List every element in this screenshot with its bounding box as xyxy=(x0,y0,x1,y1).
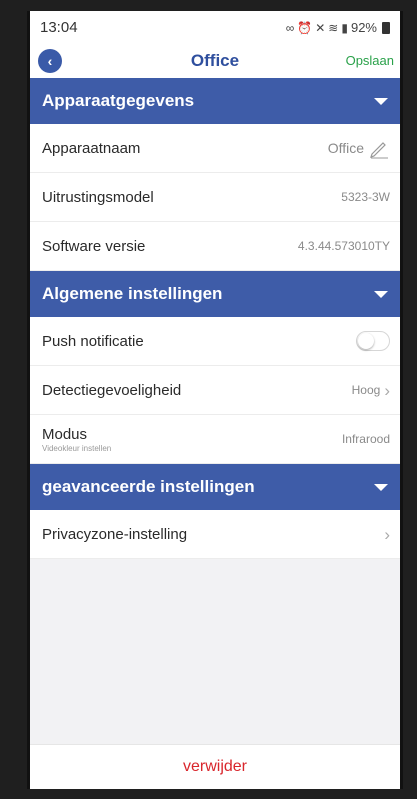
row-device-name[interactable]: Apparaatnaam Office xyxy=(30,124,400,173)
save-button[interactable]: Opslaan xyxy=(346,53,394,68)
row-software-version: Software versie 4.3.44.573010TY xyxy=(30,222,400,271)
nav-bar: ‹ Office Opslaan xyxy=(30,44,400,78)
row-label: Apparaatnaam xyxy=(42,139,141,157)
toggle-knob xyxy=(358,333,374,349)
collapse-triangle-icon xyxy=(374,290,388,298)
section-general[interactable]: Algemene instellingen xyxy=(30,271,400,317)
row-sublabel: Videokleur instellen xyxy=(42,443,112,453)
delete-button[interactable]: verwijder xyxy=(183,758,247,776)
section-title: Apparaatgegevens xyxy=(42,91,195,110)
battery-icon xyxy=(382,21,390,34)
wifi-icon: ≋ xyxy=(328,20,339,35)
row-value: 5323-3W xyxy=(341,190,390,204)
chevron-right-icon: › xyxy=(384,524,390,544)
page-title: Office xyxy=(190,51,240,70)
push-toggle[interactable] xyxy=(356,331,390,351)
collapse-triangle-icon xyxy=(374,483,388,491)
row-mode[interactable]: Modus Videokleur instellen Infrarood xyxy=(30,415,400,464)
row-value: 4.3.44.573010TY xyxy=(297,239,390,253)
row-label: Privacyzone-instelling xyxy=(42,525,188,543)
row-label: Uitrustingsmodel xyxy=(42,188,154,206)
link-icon: ∞ xyxy=(285,20,295,35)
row-detection-sensitivity[interactable]: Detectiegevoeligheid Hoog › xyxy=(30,366,400,415)
status-bar: 13:04 ∞ ⏰ ✕ ≋ ▮ 92% xyxy=(30,11,400,44)
section-advanced[interactable]: geavanceerde instellingen xyxy=(30,464,400,510)
row-value: Hoog › xyxy=(352,382,390,399)
signal-icon: ▮ xyxy=(341,20,348,35)
row-push-notification: Push notificatie xyxy=(30,317,400,366)
row-label: Modus xyxy=(42,425,88,443)
row-label: Software versie xyxy=(42,237,146,255)
collapse-triangle-icon xyxy=(374,97,388,105)
row-label: Detectiegevoeligheid xyxy=(42,381,182,399)
mode-value: Infrarood xyxy=(341,432,390,446)
device-name-value: Office xyxy=(327,140,364,156)
mute-icon: ✕ xyxy=(315,20,326,35)
section-title: Algemene instellingen xyxy=(42,284,223,303)
sensitivity-value: Hoog xyxy=(351,383,381,397)
chevron-right-icon: › xyxy=(384,380,390,400)
row-value: Office xyxy=(328,137,390,159)
row-privacy-zone[interactable]: Privacyzone-instelling › xyxy=(30,510,400,559)
section-device-info[interactable]: Apparaatgegevens xyxy=(30,78,400,124)
footer: verwijder xyxy=(30,744,400,789)
row-label: Push notificatie xyxy=(42,332,144,350)
screenshot-frame: 13:04 ∞ ⏰ ✕ ≋ ▮ 92% ‹ Office Opslaan App… xyxy=(0,0,417,799)
battery-percent: 92% xyxy=(350,20,377,35)
phone-screen: 13:04 ∞ ⏰ ✕ ≋ ▮ 92% ‹ Office Opslaan App… xyxy=(27,11,403,789)
alarm-icon: ⏰ xyxy=(297,20,313,35)
status-icons: ∞ ⏰ ✕ ≋ ▮ 92% xyxy=(286,20,390,35)
status-time: 13:04 xyxy=(40,19,78,36)
section-title: geavanceerde instellingen xyxy=(42,477,255,496)
pencil-icon[interactable] xyxy=(368,137,390,159)
row-equipment-model: Uitrustingsmodel 5323-3W xyxy=(30,173,400,222)
mode-label-group: Modus Videokleur instellen xyxy=(42,426,111,453)
